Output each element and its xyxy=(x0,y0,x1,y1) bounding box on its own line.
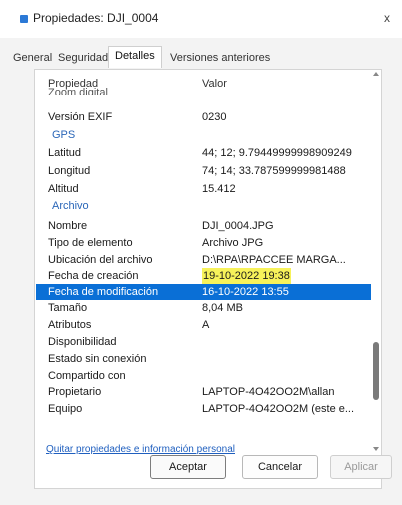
row-key: Tipo de elemento xyxy=(48,237,133,249)
list-item[interactable]: Disponibilidad xyxy=(36,334,371,350)
apply-button[interactable]: Aplicar xyxy=(330,455,392,479)
list-item[interactable]: Fecha de creación 19-10-2022 19:38 xyxy=(36,268,371,284)
file-properties-icon xyxy=(20,15,28,23)
title-bar: Propiedades: DJI_0004 x xyxy=(0,0,402,38)
list-item[interactable]: Compartido con xyxy=(36,368,371,384)
row-key: Longitud xyxy=(48,165,91,177)
list-item-selected[interactable]: Fecha de modificación 16-10-2022 13:55 xyxy=(36,284,371,300)
list-item[interactable]: Propietario LAPTOP-4O42OO2M\allan xyxy=(36,384,371,400)
list-item[interactable]: Tipo de elemento Archivo JPG xyxy=(36,235,371,251)
window-title: Propiedades: DJI_0004 xyxy=(33,11,159,25)
row-key: Equipo xyxy=(48,403,83,415)
list-item[interactable]: Nombre DJI_0004.JPG xyxy=(36,218,371,234)
tab-detalles[interactable]: Detalles xyxy=(108,46,162,68)
row-key: Ubicación del archivo xyxy=(48,254,153,266)
group-header-archivo: Archivo xyxy=(36,198,371,214)
list-item[interactable]: Longitud 74; 14; 33.787599999981488 xyxy=(36,163,371,179)
vertical-scrollbar[interactable] xyxy=(373,70,379,455)
row-value: 74; 14; 33.787599999981488 xyxy=(202,165,346,177)
tab-bar: General Seguridad Detalles Versiones ant… xyxy=(0,44,402,70)
row-key: Tamaño xyxy=(48,302,88,314)
group-label: Archivo xyxy=(52,200,89,212)
row-value: Archivo JPG xyxy=(202,237,264,249)
tab-general[interactable]: General xyxy=(13,50,52,66)
list-item[interactable]: Estado sin conexión xyxy=(36,351,371,367)
row-value: A xyxy=(202,319,210,331)
properties-list: Propiedad Valor Zoom digital Versión EXI… xyxy=(36,70,371,455)
list-item[interactable]: Versión EXIF 0230 xyxy=(36,109,371,125)
row-value: D:\RPA\RPACCEE MARGA... xyxy=(202,254,346,266)
row-value-highlighted: 19-10-2022 19:38 xyxy=(202,268,291,284)
row-key: Compartido con xyxy=(48,370,126,382)
row-key: Estado sin conexión xyxy=(48,353,147,365)
row-key: Nombre xyxy=(48,220,88,232)
row-value: 16-10-2022 13:55 xyxy=(202,286,289,298)
list-item[interactable]: Zoom digital xyxy=(36,85,371,95)
tab-seguridad[interactable]: Seguridad xyxy=(58,50,108,66)
row-value: LAPTOP-4O42OO2M (este e... xyxy=(202,403,355,415)
row-key: Disponibilidad xyxy=(48,336,117,348)
remove-properties-link[interactable]: Quitar propiedades e información persona… xyxy=(46,444,235,455)
tab-versiones-anteriores[interactable]: Versiones anteriores xyxy=(170,50,270,66)
details-panel: Propiedad Valor Zoom digital Versión EXI… xyxy=(34,69,382,489)
scroll-thumb[interactable] xyxy=(373,342,379,400)
row-key: Fecha de creación xyxy=(48,270,139,282)
row-key: Fecha de modificación xyxy=(48,286,159,298)
row-key: Zoom digital xyxy=(48,87,108,95)
close-icon[interactable]: x xyxy=(384,11,390,25)
row-key: Propietario xyxy=(48,386,102,398)
group-header-gps: GPS xyxy=(36,127,371,143)
ok-button[interactable]: Aceptar xyxy=(150,455,226,479)
row-key: Atributos xyxy=(48,319,92,331)
row-key: Latitud xyxy=(48,147,82,159)
row-value: DJI_0004.JPG xyxy=(202,220,274,232)
list-item[interactable]: Latitud 44; 12; 9.79449999998909249 xyxy=(36,145,371,161)
cancel-button[interactable]: Cancelar xyxy=(242,455,318,479)
row-value: 44; 12; 9.79449999998909249 xyxy=(202,147,352,159)
row-value: 15.412 xyxy=(202,183,236,195)
scroll-up-icon[interactable] xyxy=(373,72,379,76)
row-value: 8,04 MB xyxy=(202,302,243,314)
list-item[interactable]: Atributos A xyxy=(36,317,371,333)
list-item[interactable]: Ubicación del archivo D:\RPA\RPACCEE MAR… xyxy=(36,252,371,268)
list-item[interactable]: Altitud 15.412 xyxy=(36,181,371,197)
row-value: 0230 xyxy=(202,111,227,123)
list-item[interactable]: Equipo LAPTOP-4O42OO2M (este e... xyxy=(36,401,371,417)
row-key: Altitud xyxy=(48,183,79,195)
list-item[interactable]: Tamaño 8,04 MB xyxy=(36,300,371,316)
row-value: LAPTOP-4O42OO2M\allan xyxy=(202,386,335,398)
group-label: GPS xyxy=(52,129,76,141)
scroll-down-icon[interactable] xyxy=(373,447,379,451)
row-key: Versión EXIF xyxy=(48,111,113,123)
